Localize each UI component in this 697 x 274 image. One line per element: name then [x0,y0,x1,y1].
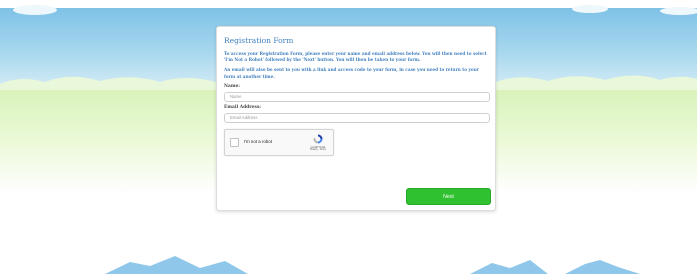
form-note-text: An email will also be sent to you with a… [224,67,479,79]
recaptcha-logo-icon [313,134,323,144]
email-label: Email Address: [224,104,261,110]
recaptcha-widget: I'm not a robot reCAPTCHA Privacy - Term… [224,128,334,156]
name-label: Name: [224,83,240,89]
form-title: Registration Form [224,36,294,45]
name-input[interactable]: Name [224,91,490,102]
recaptcha-links[interactable]: Privacy - Terms [303,149,333,151]
recaptcha-checkbox[interactable] [230,137,239,147]
registration-card: Registration Form To access your Registr… [216,26,496,211]
email-input[interactable]: Email Address [224,112,490,123]
recaptcha-label: I'm not a robot [244,138,272,144]
next-button[interactable]: Next [406,188,491,205]
form-intro-text: To access your Registration Form, please… [224,51,487,63]
